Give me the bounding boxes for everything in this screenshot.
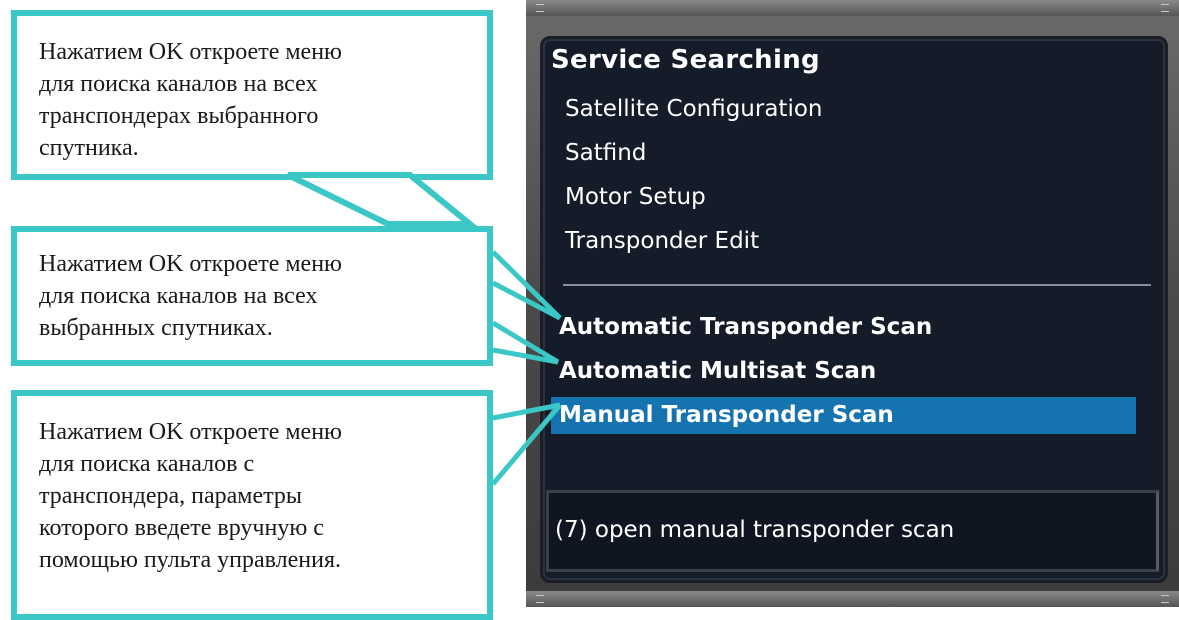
- frame-top-bar: [526, 0, 1179, 16]
- menu-item-satellite-configuration[interactable]: Satellite Configuration: [551, 91, 1136, 128]
- menu-title: Service Searching: [551, 45, 820, 75]
- help-box: (7) open manual transponder scan: [546, 490, 1159, 572]
- menu-item-automatic-multisat-scan[interactable]: Automatic Multisat Scan: [551, 353, 1136, 390]
- menu-screen: Service Searching Satellite Configuratio…: [540, 36, 1168, 583]
- callout-transponder-scan: Нажатием OK откроете меню для поиска кан…: [11, 10, 493, 180]
- callout-1-leader: [286, 172, 479, 227]
- frame-bottom-bar: [526, 591, 1179, 607]
- callout-multisat-scan: Нажатием OK откроете меню для поиска кан…: [11, 226, 493, 366]
- callout-manual-scan: Нажатием OK откроете меню для поиска кан…: [11, 390, 493, 620]
- menu-divider: [563, 284, 1151, 286]
- menu-item-transponder-edit[interactable]: Transponder Edit: [551, 223, 1136, 260]
- tv-frame: Service Searching Satellite Configuratio…: [526, 0, 1179, 607]
- menu-item-satfind[interactable]: Satfind: [551, 135, 1136, 172]
- grip-icon: [1161, 4, 1169, 12]
- menu-item-automatic-transponder-scan[interactable]: Automatic Transponder Scan: [551, 309, 1136, 346]
- menu-item-motor-setup[interactable]: Motor Setup: [551, 179, 1136, 216]
- menu-item-manual-transponder-scan[interactable]: Manual Transponder Scan: [551, 397, 1136, 434]
- grip-icon: [536, 595, 544, 603]
- grip-icon: [536, 4, 544, 12]
- help-text: (7) open manual transponder scan: [555, 517, 955, 543]
- grip-icon: [1161, 595, 1169, 603]
